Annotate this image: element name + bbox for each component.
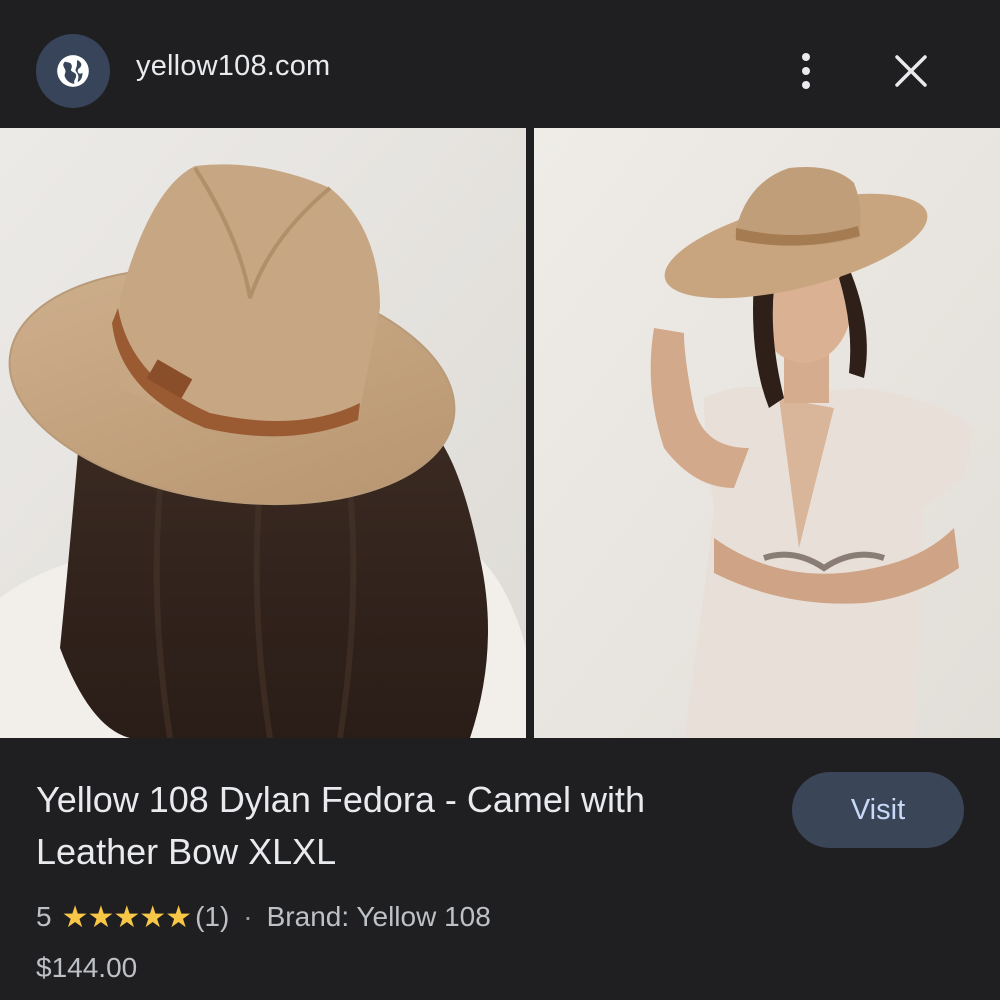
- product-image-model[interactable]: [534, 128, 1000, 738]
- meta-separator: ·: [243, 901, 253, 932]
- rating-stars-icon: ★★★★★: [61, 900, 192, 934]
- site-icon-badge[interactable]: [36, 34, 110, 108]
- image-gallery: [0, 128, 1000, 738]
- more-options-button[interactable]: [786, 46, 826, 96]
- visit-button[interactable]: Visit: [792, 772, 964, 848]
- globe-icon: [57, 55, 89, 87]
- site-url[interactable]: yellow108.com: [136, 50, 330, 83]
- close-icon: [895, 55, 927, 87]
- product-title: Yellow 108 Dylan Fedora - Camel with Lea…: [36, 779, 645, 872]
- close-button[interactable]: [886, 46, 936, 96]
- rating-value: 5: [36, 901, 52, 932]
- product-meta: 5 ★★★★★ (1) · Brand: Yellow 108: [36, 897, 491, 937]
- review-count[interactable]: (1): [195, 901, 229, 933]
- more-vert-icon: [802, 53, 810, 89]
- top-bar: yellow108.com: [0, 0, 1000, 128]
- brand-label: Brand: Yellow 108: [266, 901, 491, 932]
- product-image-back[interactable]: [0, 128, 526, 738]
- product-photo-model-view: [534, 128, 1000, 738]
- product-price: $144.00: [36, 952, 138, 983]
- product-photo-back-view: [0, 128, 526, 738]
